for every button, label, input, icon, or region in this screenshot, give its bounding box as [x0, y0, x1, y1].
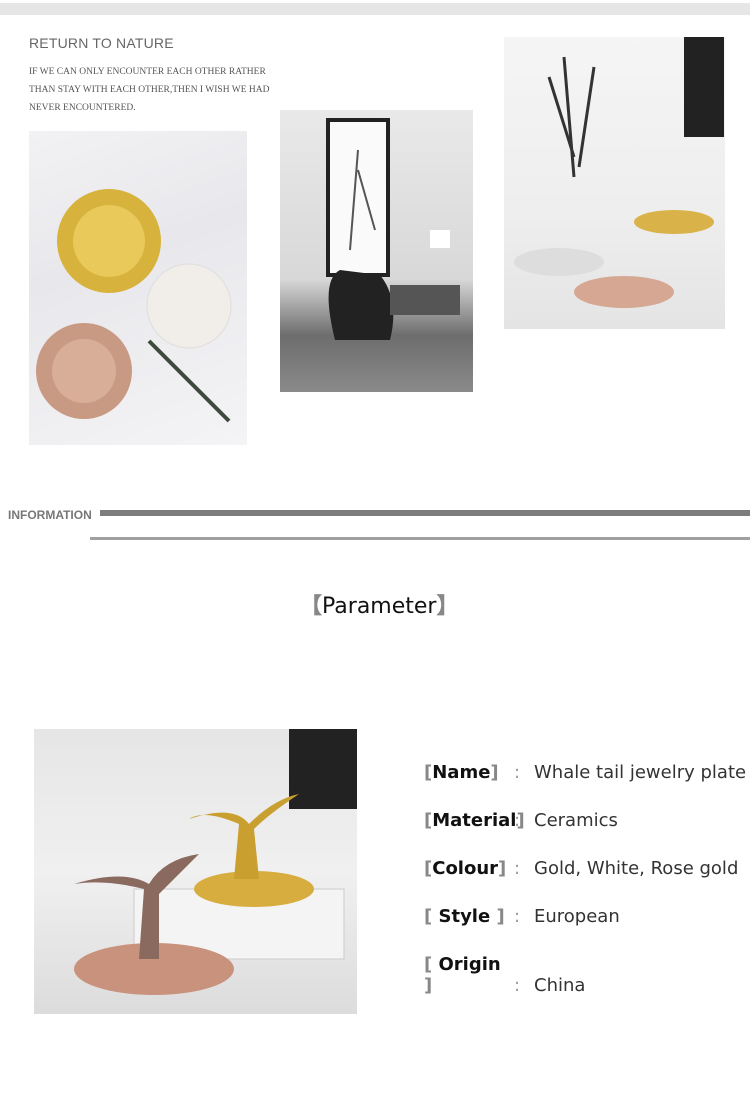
parameter-heading: 【Parameter】 — [300, 588, 459, 620]
divider — [90, 537, 750, 540]
bracket-open: 【 — [300, 594, 323, 619]
photo-plates-vase — [504, 37, 725, 329]
parameter-title: Parameter — [322, 594, 437, 619]
param-row-colour: [Colour]: Gold, White, Rose gold — [424, 858, 739, 879]
bracket-close: 】 — [436, 594, 459, 619]
top-bar — [0, 3, 750, 15]
param-row-style: [ Style ]: European — [424, 906, 620, 927]
param-row-origin: [ Origin ]: China — [424, 954, 586, 996]
photo-plates-flatlay — [29, 131, 247, 445]
information-label: INFORMATION — [8, 508, 92, 522]
param-row-name: [Name]: Whale tail jewelry plate — [424, 762, 747, 783]
param-row-material: [Material]: Ceramics — [424, 810, 618, 831]
section-title: RETURN TO NATURE — [29, 35, 174, 51]
quote-text: IF WE CAN ONLY ENCOUNTER EACH OTHER RATH… — [29, 67, 270, 113]
product-page: RETURN TO NATURE IF WE CAN ONLY ENCOUNTE… — [0, 0, 750, 1106]
photo-living-room — [280, 110, 473, 392]
product-photo — [34, 729, 357, 1014]
divider — [100, 510, 750, 516]
